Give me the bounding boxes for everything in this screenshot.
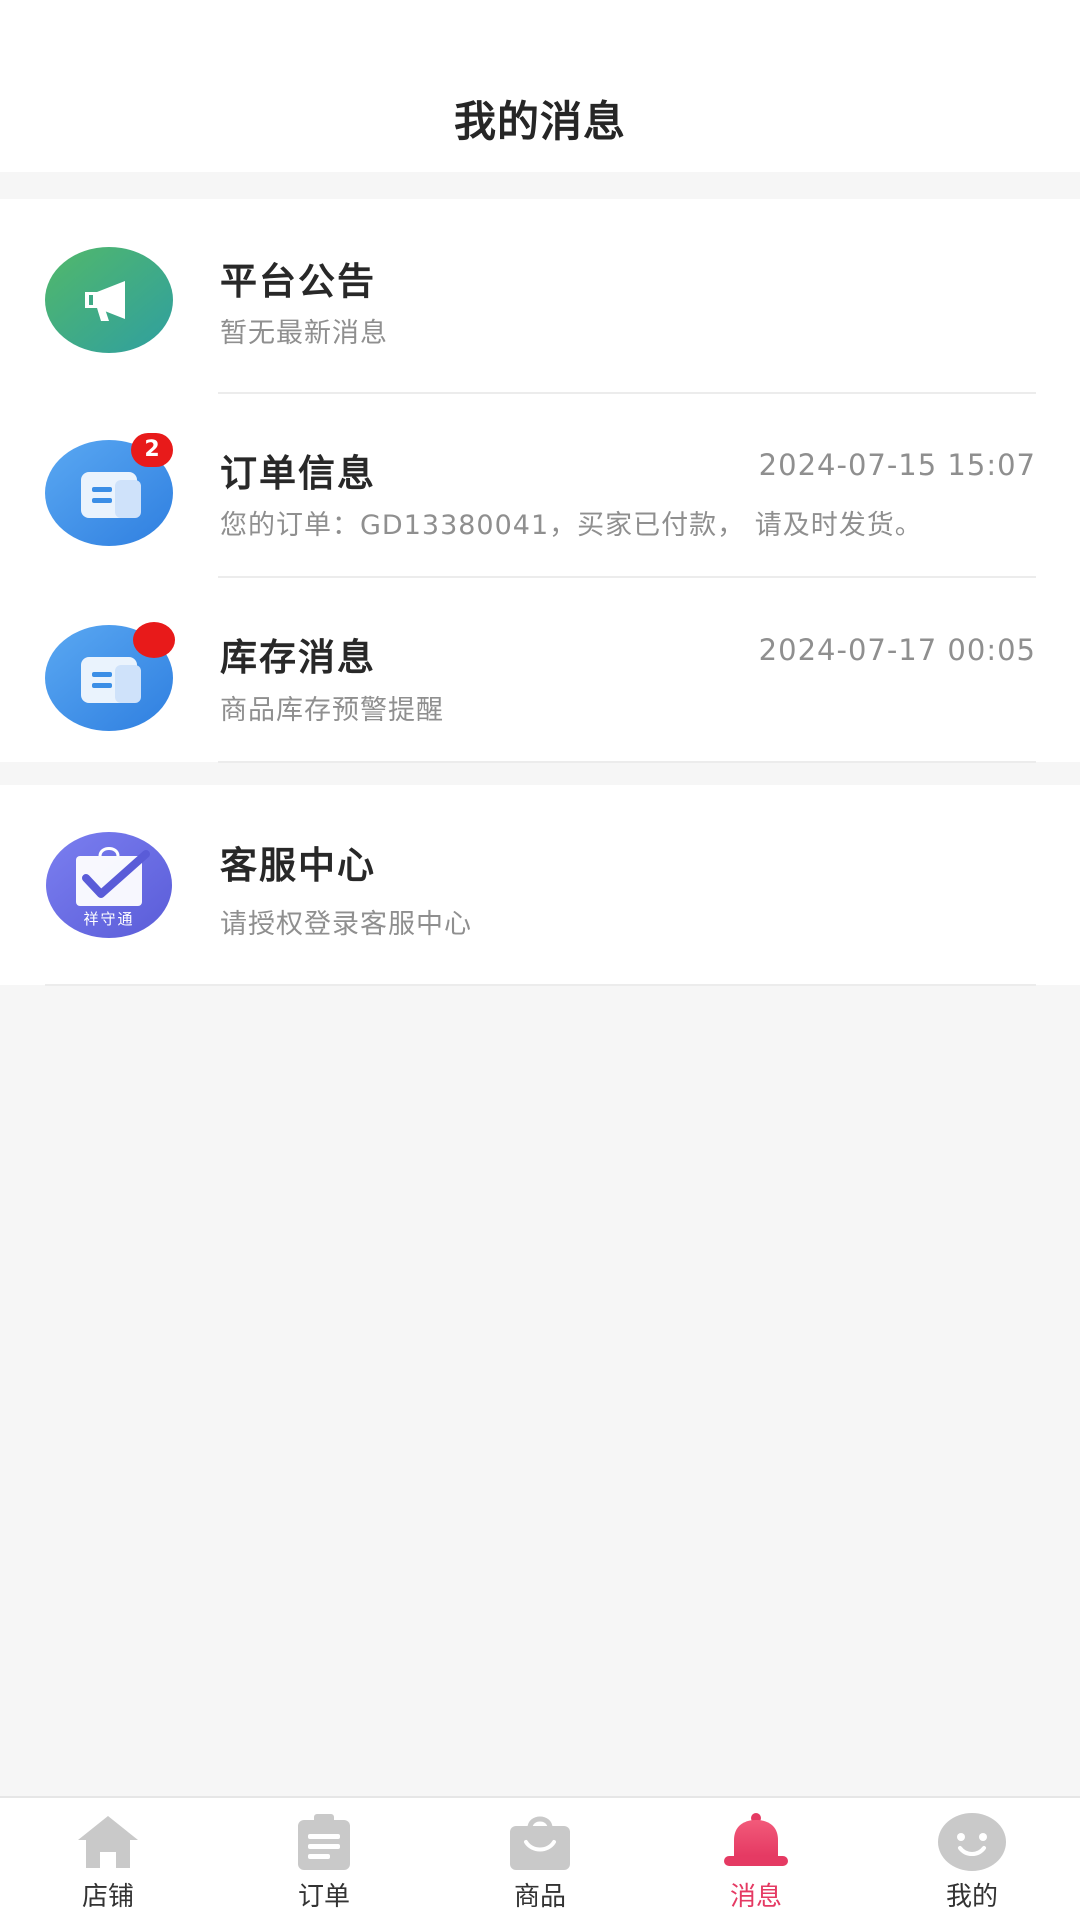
unread-count-badge: 2 [131, 433, 173, 467]
inventory-time: 2024-07-17 00:05 [758, 633, 1036, 667]
service-title: 客服中心 [220, 844, 376, 887]
list-item-announcement[interactable]: 平台公告 暂无最新消息 [0, 199, 1080, 394]
service-card: 祥守通 客服中心 请授权登录客服中心 [0, 785, 1080, 986]
order-title: 订单信息 [220, 452, 376, 495]
tab-orders[interactable]: 订单 [216, 1798, 432, 1920]
inventory-subtitle: 商品库存预警提醒 [220, 695, 444, 726]
order-subtitle: 您的订单：GD13380041，买家已付款， 请及时发货。 [220, 510, 923, 541]
order-icon [298, 1814, 350, 1870]
announcement-avatar [45, 247, 173, 353]
tab-products[interactable]: 商品 [432, 1798, 648, 1920]
inventory-title: 库存消息 [220, 636, 376, 679]
tab-store[interactable]: 店铺 [0, 1798, 216, 1920]
list-item-customer-service[interactable]: 祥守通 客服中心 请授权登录客服中心 [0, 785, 1080, 986]
list-item-order-info[interactable]: 2 订单信息 2024-07-15 15:07 您的订单：GD13380041，… [0, 393, 1080, 578]
order-time: 2024-07-15 15:07 [758, 448, 1036, 482]
bell-icon [724, 1813, 788, 1866]
megaphone-icon [45, 247, 173, 353]
service-subtitle: 请授权登录客服中心 [220, 909, 472, 940]
announcement-title: 平台公告 [220, 260, 376, 303]
smiley-icon [938, 1813, 1006, 1871]
announcement-subtitle: 暂无最新消息 [220, 318, 388, 349]
bottom-tab-bar: 店铺 订单 商品 消息 我的 [0, 1796, 1080, 1920]
tab-profile[interactable]: 我的 [864, 1798, 1080, 1920]
divider [45, 984, 1036, 986]
bag-icon [510, 1816, 570, 1870]
list-item-inventory[interactable]: 库存消息 2024-07-17 00:05 商品库存预警提醒 [0, 577, 1080, 763]
unread-dot-badge [133, 622, 175, 658]
divider [218, 761, 1036, 763]
tab-label: 消息 [729, 1882, 782, 1912]
service-logo-text: 祥守通 [83, 910, 135, 928]
home-icon [78, 1816, 138, 1868]
message-list: 平台公告 暂无最新消息 2 订单信息 2024-07-15 15:07 您的订单… [0, 199, 1080, 763]
tab-messages[interactable]: 消息 [648, 1798, 864, 1920]
header-bar: 我的消息 [0, 0, 1080, 172]
tab-label: 我的 [945, 1882, 998, 1912]
service-logo: 祥守通 [46, 832, 172, 938]
tab-label: 店铺 [81, 1882, 134, 1912]
tab-label: 商品 [513, 1882, 566, 1912]
tab-label: 订单 [297, 1882, 350, 1912]
page-title: 我的消息 [453, 97, 626, 146]
